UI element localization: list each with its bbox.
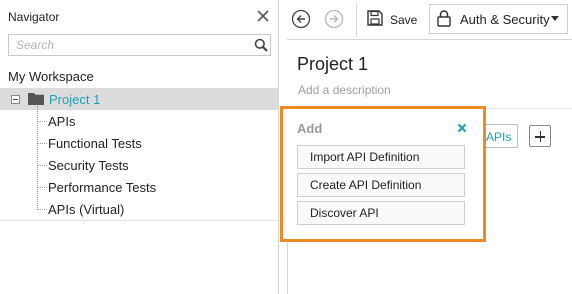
forward-arrow-icon[interactable] [324,9,344,29]
tree-connector [38,121,47,122]
tree-item-functional-tests[interactable]: Functional Tests [48,136,142,151]
auth-security-label: Auth & Security [460,12,550,27]
folder-icon [28,92,44,105]
search-icon[interactable] [254,38,268,52]
tree-connector [38,143,47,144]
save-icon [367,10,383,26]
tree-item-security-tests[interactable]: Security Tests [48,158,129,173]
plus-icon[interactable] [529,125,551,147]
close-icon[interactable] [457,121,467,133]
collapse-toggle[interactable] [11,95,20,104]
tree-item-performance-tests[interactable]: Performance Tests [48,180,156,195]
toolbar-divider [356,3,357,37]
navigator-divider [0,220,279,221]
search-box [8,34,271,56]
page-title: Project 1 [297,54,369,74]
save-label: Save [390,13,418,27]
tree-connector [38,187,47,188]
tree-item-apis[interactable]: APIs [48,114,75,129]
description-field[interactable]: Add a description [298,83,391,97]
tree-connector [38,165,47,166]
import-api-definition-button[interactable]: Import API Definition [297,145,465,169]
tree-connector [38,209,47,210]
navigator-title: Navigator [8,10,60,24]
workspace-label: My Workspace [8,69,94,84]
back-arrow-icon[interactable] [291,9,311,29]
project-label[interactable]: Project 1 [49,92,100,107]
close-icon[interactable] [256,9,270,23]
apis-chip-label: APIs [486,130,512,144]
discover-api-button[interactable]: Discover API [297,201,465,225]
search-input[interactable] [9,35,245,55]
lock-icon [437,10,451,27]
chevron-down-icon [551,16,559,21]
tree-item-apis-virtual[interactable]: APIs (Virtual) [48,202,124,217]
create-api-definition-button[interactable]: Create API Definition [297,173,465,197]
add-popup-title: Add [297,121,323,136]
